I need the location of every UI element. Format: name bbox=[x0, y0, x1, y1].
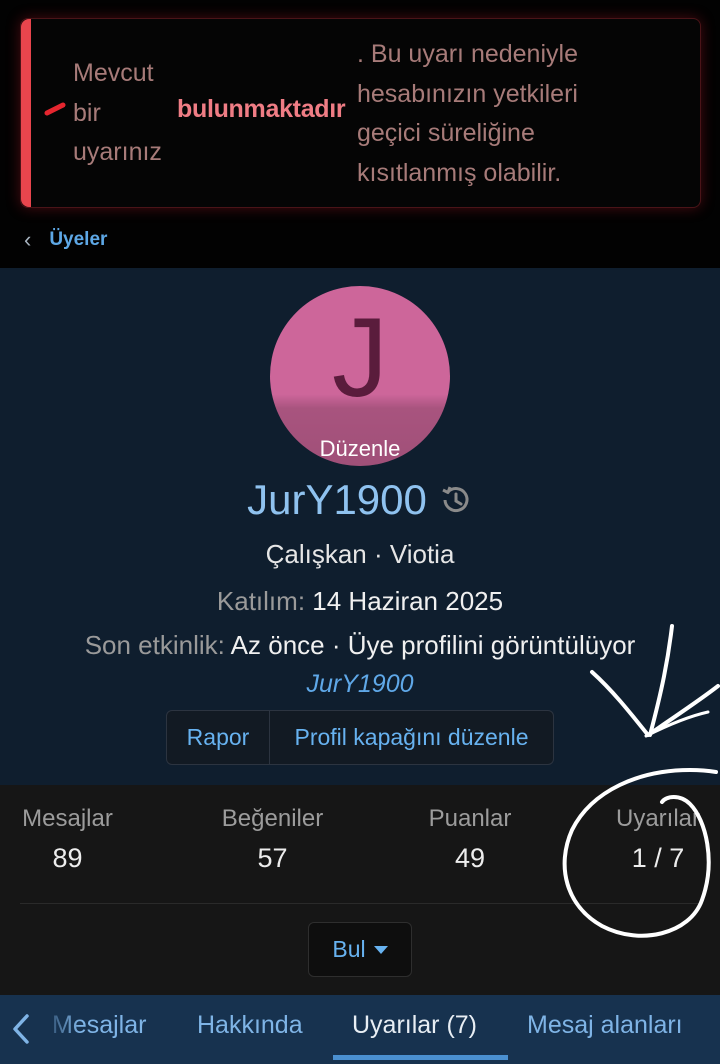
chevron-left-icon: ‹ bbox=[24, 227, 32, 252]
stat-label: Mesajlar bbox=[22, 805, 113, 832]
history-icon[interactable] bbox=[437, 482, 473, 518]
active-tab-indicator bbox=[333, 1055, 508, 1060]
report-button[interactable]: Rapor bbox=[167, 711, 270, 764]
pencil-mark-icon bbox=[44, 102, 66, 116]
profile-actions: Rapor Profil kapağını düzenle bbox=[166, 710, 554, 765]
stat-value: 89 bbox=[52, 843, 83, 873]
find-button-label: Bul bbox=[332, 936, 366, 962]
joined-line: Katılım: 14 Haziran 2025 bbox=[0, 586, 720, 617]
username-row: JurY1900 bbox=[0, 476, 720, 524]
notice-area: Mevcut bir uyarınız bulunmaktadır . Bu u… bbox=[0, 0, 720, 268]
stat-warnings[interactable]: Uyarılar 1 / 7 bbox=[600, 805, 716, 874]
last-activity-link[interactable]: JurY1900 bbox=[0, 670, 720, 699]
stats-panel: Mesajlar 89 Beğeniler 57 Puanlar 49 Uyar… bbox=[0, 785, 720, 995]
last-activity-line: Son etkinlik: Az önce · Üye profilini gö… bbox=[0, 630, 720, 661]
tab-message-areas[interactable]: Mesaj alanları bbox=[527, 1011, 683, 1040]
breadcrumb-members-link[interactable]: Üyeler bbox=[49, 229, 107, 251]
warning-text-start: Mevcut bir uyarınız bbox=[73, 59, 162, 166]
profile-tabs: Mesajlar Hakkında Uyarılar (7) Mesaj ala… bbox=[0, 995, 720, 1064]
tab-warnings[interactable]: Uyarılar (7) bbox=[352, 1011, 477, 1040]
stat-likes[interactable]: Beğeniler 57 bbox=[205, 805, 340, 874]
profile-header: J Düzenle JurY1900 Çalışkan · Viotia Kat… bbox=[0, 268, 720, 785]
stat-label: Beğeniler bbox=[221, 805, 324, 832]
stat-label: Puanlar bbox=[428, 805, 512, 832]
warning-text-end: . Bu uyarı nedeniyle hesabınızın yetkile… bbox=[357, 40, 578, 187]
caret-down-icon bbox=[373, 945, 388, 954]
tab-scroll-fade bbox=[40, 995, 80, 1064]
stat-value: 49 bbox=[454, 843, 486, 873]
stat-messages[interactable]: Mesajlar 89 bbox=[10, 805, 125, 874]
stat-points[interactable]: Puanlar 49 bbox=[410, 805, 530, 874]
stat-value: 1 / 7 bbox=[631, 843, 685, 873]
avatar-edit-button[interactable]: Düzenle bbox=[270, 436, 450, 462]
find-button[interactable]: Bul bbox=[308, 922, 412, 977]
joined-value: 14 Haziran 2025 bbox=[312, 586, 504, 616]
breadcrumb[interactable]: ‹ Üyeler bbox=[24, 228, 107, 252]
username: JurY1900 bbox=[247, 476, 427, 523]
avatar[interactable]: J Düzenle bbox=[270, 286, 450, 466]
chevron-left-icon[interactable] bbox=[10, 1013, 32, 1045]
last-activity-label: Son etkinlik: bbox=[84, 630, 225, 660]
tab-about[interactable]: Hakkında bbox=[197, 1011, 303, 1040]
last-activity-value: Az önce · Üye profilini görüntülüyor bbox=[230, 630, 636, 660]
stat-value: 57 bbox=[257, 843, 288, 873]
joined-label: Katılım: bbox=[216, 586, 306, 616]
stat-label: Uyarılar bbox=[615, 805, 700, 832]
warning-emphasis: bulunmaktadır bbox=[177, 95, 346, 123]
user-title: Çalışkan · Viotia bbox=[265, 539, 455, 569]
stats-divider bbox=[20, 903, 700, 904]
profile-page: Mevcut bir uyarınız bulunmaktadır . Bu u… bbox=[0, 0, 720, 1064]
edit-cover-button[interactable]: Profil kapağını düzenle bbox=[270, 711, 553, 764]
warning-accent-bar bbox=[21, 19, 31, 207]
